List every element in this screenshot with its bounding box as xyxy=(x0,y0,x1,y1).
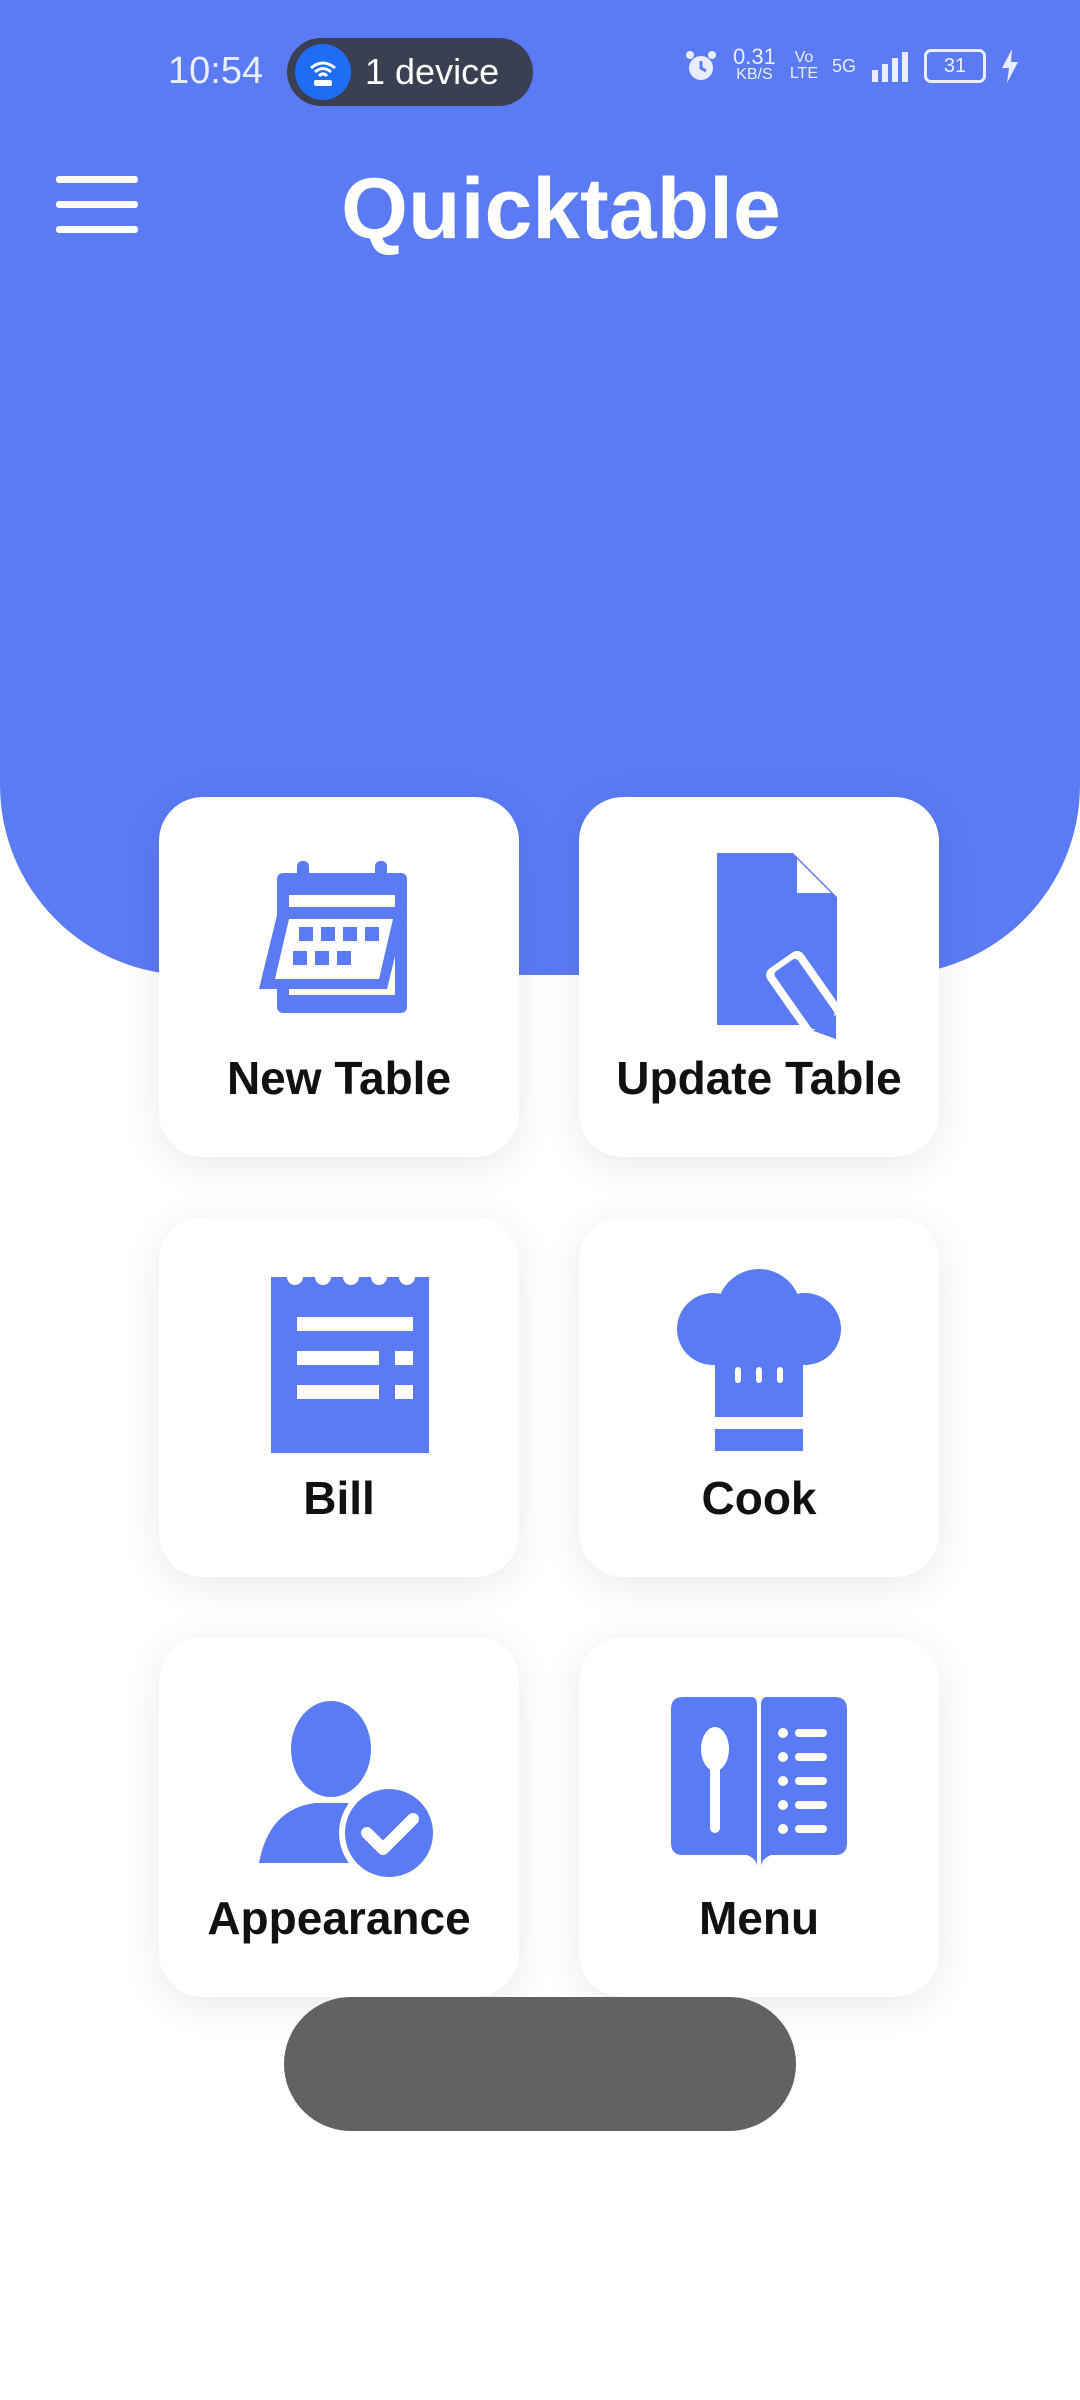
net-speed-value: 0.31 xyxy=(733,44,776,69)
user-check-icon xyxy=(259,1701,439,1883)
bottom-action-pill[interactable] xyxy=(284,1997,796,2131)
update-table-tile[interactable]: Update Table xyxy=(579,797,939,1157)
net-speed-unit: KB/S xyxy=(736,66,773,83)
cook-label: Cook xyxy=(701,1472,817,1524)
bill-label: Bill xyxy=(303,1472,375,1524)
update-table-label: Update Table xyxy=(616,1052,902,1104)
menu-book-icon xyxy=(671,1697,847,1867)
hotspot-label: 1 device xyxy=(365,51,500,92)
new-table-tile[interactable]: New Table xyxy=(159,797,519,1157)
cook-tile[interactable]: Cook xyxy=(579,1217,939,1577)
document-edit-icon xyxy=(717,853,854,1047)
appearance-tile[interactable]: Appearance xyxy=(159,1637,519,1997)
volte-top: Vo xyxy=(794,49,814,66)
status-time: 10:54 xyxy=(168,50,264,92)
signal-icon xyxy=(872,52,908,82)
status-icons: 0.31 KB/S Vo LTE 5G 31 xyxy=(683,44,1020,84)
status-bar: 10:54 1 device 0.31 KB/S Vo LTE 5G 31 xyxy=(0,0,1080,140)
net-speed: 0.31 KB/S xyxy=(733,44,776,84)
alarm-icon xyxy=(686,51,716,80)
volte-indicator: Vo LTE xyxy=(790,50,818,82)
new-table-label: New Table xyxy=(226,1052,452,1104)
menu-tile[interactable]: Menu xyxy=(579,1637,939,1997)
hotspot-indicator[interactable]: 1 device xyxy=(287,38,533,106)
bill-tile[interactable]: Bill xyxy=(159,1217,519,1577)
chef-hat-icon xyxy=(677,1269,841,1451)
menu-label: Menu xyxy=(698,1892,820,1944)
volte-bottom: LTE xyxy=(789,65,818,82)
app-title: Quicktable xyxy=(341,161,781,257)
network-type: 5G xyxy=(831,55,856,76)
hotspot-icon xyxy=(295,44,351,100)
appearance-label: Appearance xyxy=(207,1892,471,1944)
battery-indicator: 31 xyxy=(924,49,986,83)
charging-icon xyxy=(1002,49,1018,83)
calendar-icon xyxy=(259,861,407,1013)
receipt-icon xyxy=(271,1269,429,1453)
